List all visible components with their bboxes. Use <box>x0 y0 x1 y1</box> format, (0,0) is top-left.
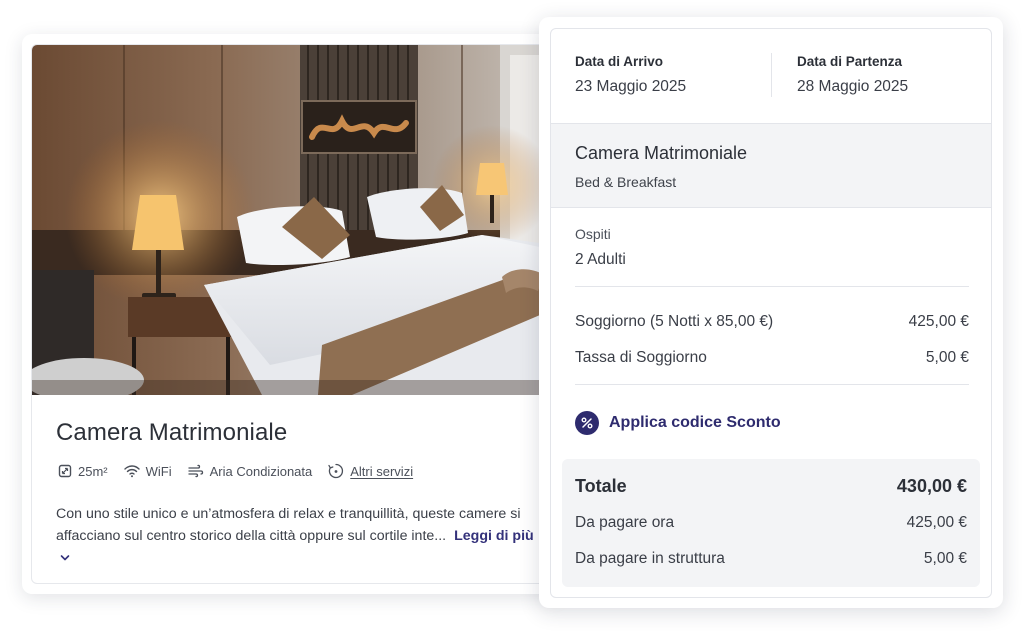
guests-value: 2 Adulti <box>575 251 626 268</box>
amenity-air-conditioning-label: Aria Condizionata <box>209 463 313 479</box>
amenity-wifi-label: WiFi <box>145 463 172 479</box>
amenity-air-conditioning: Aria Condizionata <box>187 463 313 479</box>
summary-room-name: Camera Matrimoniale <box>575 143 748 163</box>
chevron-down-icon <box>60 555 70 561</box>
room-card-inner: Camera Matrimoniale 25m² WiFi Aria Condi… <box>31 44 553 584</box>
stay-label: Soggiorno (5 Notti x 85,00 €) <box>575 313 774 330</box>
read-more-label[interactable]: Leggi di più <box>454 528 534 544</box>
total-label: Totale <box>575 476 627 496</box>
pay-property-label: Da pagare in struttura <box>575 550 725 567</box>
divider <box>575 286 969 287</box>
amenities-list: 25m² WiFi Aria Condizionata Altri serviz… <box>58 463 429 479</box>
date-divider <box>771 53 772 97</box>
departure-date-block: Data di Partenza 28 Maggio 2025 <box>797 54 908 96</box>
amenity-area-label: 25m² <box>78 463 108 479</box>
more-services-label[interactable]: Altri servizi <box>350 464 413 479</box>
tax-row: Tassa di Soggiorno 5,00 € <box>575 349 969 367</box>
totals-box: Totale 430,00 € Da pagare ora 425,00 € D… <box>562 459 980 587</box>
room-description: Con uno stile unico e un’atmosfera di re… <box>56 503 536 569</box>
tax-label: Tassa di Soggiorno <box>575 349 707 366</box>
more-services-link[interactable]: Altri servizi <box>328 463 413 479</box>
room-photo <box>32 45 552 395</box>
stay-row: Soggiorno (5 Notti x 85,00 €) 425,00 € <box>575 313 969 331</box>
dates-section: Data di Arrivo 23 Maggio 2025 Data di Pa… <box>551 29 991 124</box>
air-conditioning-icon <box>187 464 203 478</box>
percent-icon <box>575 411 599 435</box>
total-row: Totale 430,00 € <box>575 476 967 497</box>
room-summary: Camera Matrimoniale Bed & Breakfast <box>551 124 991 208</box>
amenity-area: 25m² <box>58 464 108 479</box>
pay-now-row: Da pagare ora 425,00 € <box>575 514 967 532</box>
guests-label: Ospiti <box>575 226 611 242</box>
total-amount: 430,00 € <box>896 476 967 496</box>
tax-amount: 5,00 € <box>925 349 969 366</box>
apply-discount-button[interactable]: Applica codice Sconto <box>575 411 781 435</box>
pay-now-amount: 425,00 € <box>906 514 967 531</box>
booking-summary: Data di Arrivo 23 Maggio 2025 Data di Pa… <box>539 17 1003 608</box>
summary-board-type: Bed & Breakfast <box>575 174 677 190</box>
room-card: Camera Matrimoniale 25m² WiFi Aria Condi… <box>22 34 562 594</box>
arrival-date-block: Data di Arrivo 23 Maggio 2025 <box>575 54 686 96</box>
apply-discount-label[interactable]: Applica codice Sconto <box>609 414 781 432</box>
amenity-wifi: WiFi <box>123 463 172 479</box>
departure-date: 28 Maggio 2025 <box>797 78 909 95</box>
divider <box>575 384 969 385</box>
more-services-icon <box>328 463 344 479</box>
departure-label: Data di Partenza <box>797 54 903 69</box>
room-title: Camera Matrimoniale <box>56 419 288 446</box>
stay-amount: 425,00 € <box>908 313 969 330</box>
arrival-date: 23 Maggio 2025 <box>575 78 687 95</box>
pay-now-label: Da pagare ora <box>575 514 675 531</box>
area-icon <box>58 464 72 478</box>
pay-property-amount: 5,00 € <box>923 550 967 567</box>
room-description-text: Con uno stile unico e un’atmosfera di re… <box>56 506 521 544</box>
arrival-label: Data di Arrivo <box>575 54 664 69</box>
booking-summary-inner: Data di Arrivo 23 Maggio 2025 Data di Pa… <box>550 28 992 598</box>
pay-property-row: Da pagare in struttura 5,00 € <box>575 550 967 568</box>
wifi-icon <box>123 465 140 478</box>
